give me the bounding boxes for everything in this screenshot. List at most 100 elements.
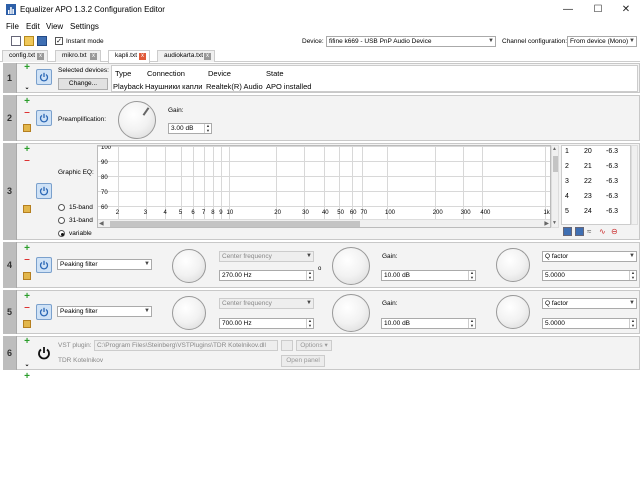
scroll-right-icon[interactable]: ▶ <box>544 220 549 227</box>
add-filter-icon[interactable]: + <box>21 292 33 302</box>
radio-15-band[interactable] <box>58 204 65 211</box>
add-filter-icon[interactable]: + <box>21 63 33 73</box>
preamp-gain-input[interactable]: 3.00 dB ▲ ▼ <box>168 123 212 134</box>
power-toggle-off[interactable] <box>37 346 51 360</box>
frequency-mode-select[interactable]: Center frequency ▼ <box>219 251 314 262</box>
close-tab-icon[interactable]: x <box>139 53 146 60</box>
eq-scrollbar-h[interactable]: ◀ ▶ <box>98 219 550 227</box>
tab-mikro[interactable]: mikro.txt x <box>55 50 101 62</box>
gain-knob[interactable] <box>332 247 370 285</box>
gain-input[interactable]: 10.00 dB ▲ ▼ <box>381 318 476 329</box>
reset-icon[interactable]: ⊖ <box>611 227 618 236</box>
spin-arrows[interactable]: ▲ ▼ <box>204 123 211 133</box>
band-row[interactable]: 3 22 -6.3 <box>562 178 622 192</box>
power-toggle[interactable] <box>36 110 52 126</box>
menu-file[interactable]: File <box>6 22 19 31</box>
power-toggle[interactable] <box>36 257 52 273</box>
band-option-31[interactable]: 31-band <box>58 216 98 225</box>
spin-arrows[interactable]: ▲ ▼ <box>629 270 636 280</box>
table-cell-device[interactable]: Realtek(R) Audio <box>206 82 263 91</box>
edit-icon[interactable] <box>23 272 31 280</box>
power-toggle[interactable] <box>36 183 52 199</box>
radio-variable[interactable] <box>58 230 65 237</box>
band-row[interactable]: 1 20 -6.3 <box>562 148 622 162</box>
add-filter-icon[interactable]: + <box>21 244 33 254</box>
tab-audiokarta[interactable]: audiokarta.txt x <box>157 50 215 62</box>
q-knob[interactable] <box>496 295 530 329</box>
q-knob[interactable] <box>496 248 530 282</box>
export-icon[interactable] <box>575 227 584 236</box>
table-cell-state[interactable]: APO installed <box>266 82 311 91</box>
filter-type-select[interactable]: Peaking filter ▼ <box>57 306 152 317</box>
menu-edit[interactable]: Edit <box>26 22 40 31</box>
tab-kapli[interactable]: kapli.txt x <box>108 50 150 63</box>
radio-31-band[interactable] <box>58 217 65 224</box>
scroll-up-icon[interactable]: ▲ <box>552 146 557 152</box>
add-filter-icon[interactable]: + <box>21 145 33 155</box>
frequency-knob[interactable] <box>172 249 206 283</box>
band-row[interactable]: 5 24 -6.3 <box>562 208 622 222</box>
minimize-button[interactable]: — <box>556 3 580 17</box>
scroll-thumb[interactable] <box>553 156 558 172</box>
invert-icon[interactable]: ∿ <box>599 227 606 236</box>
remove-filter-icon[interactable]: – <box>21 156 33 166</box>
frequency-knob[interactable] <box>172 296 206 330</box>
spin-arrows[interactable]: ▲ ▼ <box>306 270 313 280</box>
instant-mode-checkbox[interactable]: ✓ <box>55 37 63 45</box>
band-option-15[interactable]: 15-band <box>58 203 98 212</box>
open-panel-button[interactable]: Open panel <box>281 355 325 367</box>
channel-config-select[interactable]: From device (Mono) ▼ <box>567 36 637 47</box>
power-toggle[interactable] <box>36 69 52 85</box>
close-tab-icon[interactable]: x <box>37 53 44 60</box>
add-filter-icon[interactable]: + <box>21 97 33 107</box>
open-folder-icon[interactable] <box>24 36 34 46</box>
close-button[interactable]: ✕ <box>614 3 638 17</box>
filter-type-select[interactable]: Peaking filter ▼ <box>57 259 152 270</box>
edit-icon[interactable] <box>23 124 31 132</box>
gain-knob[interactable] <box>332 294 370 332</box>
vst-path-input[interactable]: C:\Program Files\Steinberg\VSTPlugins\TD… <box>94 340 278 351</box>
q-input[interactable]: 5.0000 ▲ ▼ <box>542 318 637 329</box>
curve-icon[interactable]: ≈ <box>587 227 591 236</box>
band-scrollbar[interactable] <box>631 145 638 225</box>
spin-arrows[interactable]: ▲ ▼ <box>306 318 313 328</box>
device-select[interactable]: fifine k669 - USB PnP Audio Device ▼ <box>326 36 496 47</box>
edit-icon[interactable] <box>23 320 31 328</box>
q-mode-select[interactable]: Q factor ▼ <box>542 251 637 262</box>
collapse-icon[interactable]: ⌄ <box>21 360 33 370</box>
band-row[interactable]: 2 21 -6.3 <box>562 163 622 177</box>
eq-scrollbar-v[interactable]: ▲ ▼ <box>551 145 559 228</box>
band-option-variable[interactable]: variable <box>58 229 98 238</box>
save-icon[interactable] <box>37 36 47 46</box>
maximize-button[interactable]: ☐ <box>586 3 610 17</box>
close-tab-icon[interactable]: x <box>204 53 211 60</box>
remove-filter-icon[interactable]: – <box>21 255 33 265</box>
power-toggle[interactable] <box>36 304 52 320</box>
scroll-down-icon[interactable]: ▼ <box>552 220 557 226</box>
scroll-left-icon[interactable]: ◀ <box>99 220 104 227</box>
band-row[interactable]: 4 23 -6.3 <box>562 193 622 207</box>
new-file-icon[interactable] <box>11 36 21 46</box>
spin-arrows[interactable]: ▲ ▼ <box>468 270 475 280</box>
close-tab-icon[interactable]: x <box>90 53 97 60</box>
menu-view[interactable]: View <box>46 22 63 31</box>
frequency-input[interactable]: 270.00 Hz ▲ ▼ <box>219 270 314 281</box>
edit-icon[interactable] <box>23 205 31 213</box>
spin-arrows[interactable]: ▲ ▼ <box>629 318 636 328</box>
frequency-mode-select[interactable]: Center frequency ▼ <box>219 298 314 309</box>
frequency-input[interactable]: 700.00 Hz ▲ ▼ <box>219 318 314 329</box>
options-button[interactable]: Options ▾ <box>296 340 332 351</box>
remove-filter-icon[interactable]: – <box>21 303 33 313</box>
tab-config[interactable]: config.txt x <box>2 50 48 62</box>
change-devices-button[interactable]: Change... <box>58 78 108 90</box>
add-filter-icon[interactable]: + <box>21 372 33 382</box>
scroll-thumb[interactable] <box>110 221 360 227</box>
q-input[interactable]: 5.0000 ▲ ▼ <box>542 270 637 281</box>
add-filter-icon[interactable]: + <box>21 337 33 347</box>
menu-settings[interactable]: Settings <box>70 22 99 31</box>
graphic-eq-chart[interactable]: ◀ ▶ 2 3 4 5 6 7 8 9 10 20 30 40 50 60 70 100 200 300 400 1k… <box>97 145 551 228</box>
q-mode-select[interactable]: Q factor ▼ <box>542 298 637 309</box>
gain-input[interactable]: 10.00 dB ▲ ▼ <box>381 270 476 281</box>
table-cell-type[interactable]: Playback <box>113 82 143 91</box>
browse-button[interactable] <box>281 340 293 351</box>
